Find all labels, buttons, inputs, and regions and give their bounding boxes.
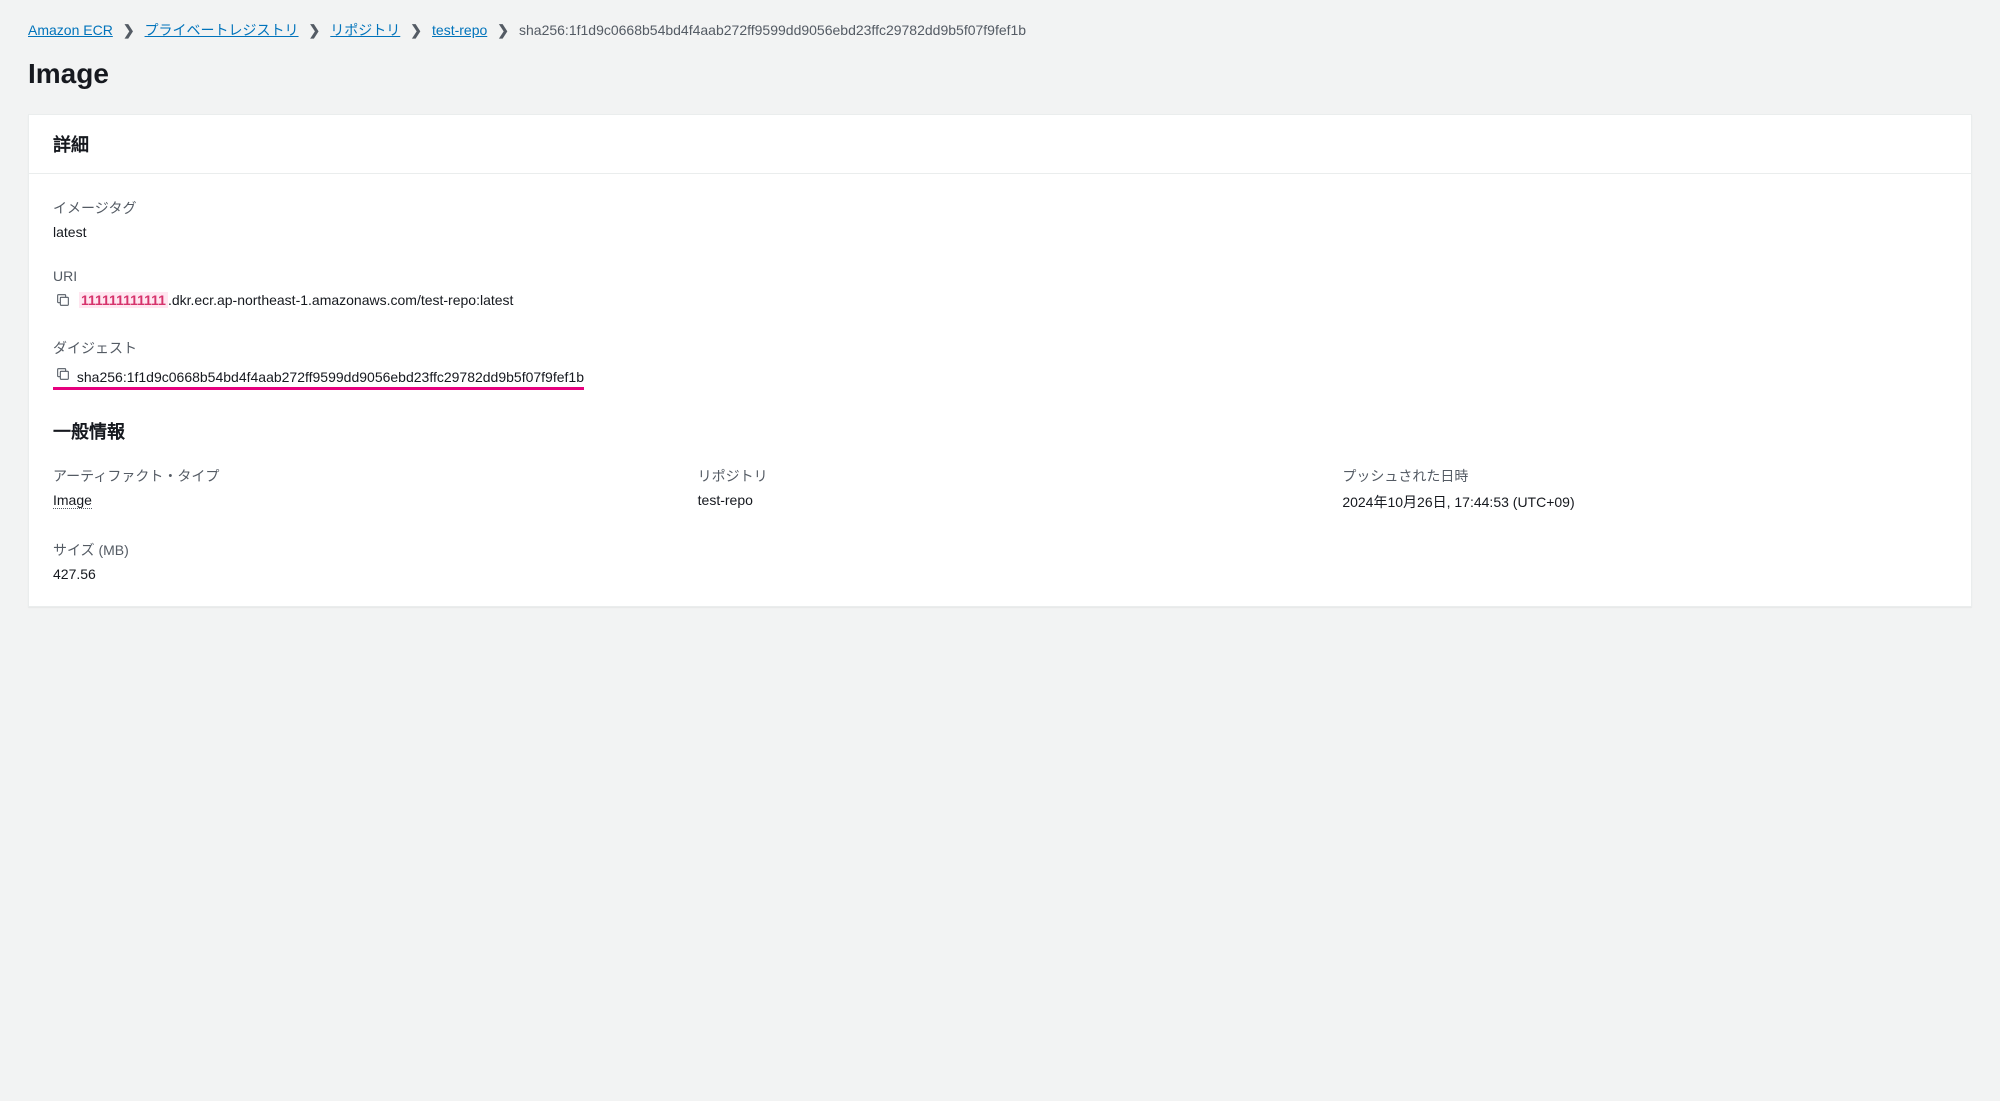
value-artifact-type: Image: [53, 492, 658, 508]
copy-uri-button[interactable]: [53, 290, 73, 310]
field-uri: URI 111111111111.dkr.ecr.ap-northeast-1.…: [53, 268, 1947, 310]
chevron-right-icon: ❯: [497, 22, 509, 39]
value-size: 427.56: [53, 566, 658, 582]
label-digest: ダイジェスト: [53, 338, 1947, 358]
breadcrumb: Amazon ECR ❯ プライベートレジストリ ❯ リポジトリ ❯ test-…: [28, 20, 1972, 40]
field-pushed-at: プッシュされた日時 2024年10月26日, 17:44:53 (UTC+09): [1342, 466, 1947, 512]
value-uri: 111111111111.dkr.ecr.ap-northeast-1.amaz…: [79, 292, 513, 308]
value-digest: sha256:1f1d9c0668b54bd4f4aab272ff9599dd9…: [77, 369, 584, 385]
label-uri: URI: [53, 268, 1947, 284]
breadcrumb-link-repositories[interactable]: リポジトリ: [330, 20, 400, 40]
uri-rest: .dkr.ecr.ap-northeast-1.amazonaws.com/te…: [168, 292, 514, 308]
chevron-right-icon: ❯: [410, 22, 422, 39]
general-info-grid: アーティファクト・タイプ Image リポジトリ test-repo プッシュさ…: [53, 466, 1947, 582]
general-info-title: 一般情報: [53, 418, 1947, 444]
label-image-tag: イメージタグ: [53, 198, 1947, 218]
details-panel: 詳細 イメージタグ latest URI 111111111111: [28, 114, 1972, 607]
field-size: サイズ (MB) 427.56: [53, 540, 658, 582]
panel-header: 詳細: [29, 115, 1971, 174]
panel-header-title: 詳細: [53, 131, 1947, 157]
breadcrumb-link-ecr[interactable]: Amazon ECR: [28, 22, 113, 38]
field-image-tag: イメージタグ latest: [53, 198, 1947, 240]
breadcrumb-current: sha256:1f1d9c0668b54bd4f4aab272ff9599dd9…: [519, 22, 1026, 38]
label-repository: リポジトリ: [698, 466, 1303, 486]
copy-digest-button[interactable]: [53, 364, 73, 384]
field-digest: ダイジェスト sha256:1f1d9c0668b54bd4f4aab272ff…: [53, 338, 1947, 390]
page-title: Image: [28, 58, 1972, 90]
breadcrumb-link-repo[interactable]: test-repo: [432, 22, 487, 38]
label-pushed-at: プッシュされた日時: [1342, 466, 1947, 486]
value-repository: test-repo: [698, 492, 1303, 508]
breadcrumb-link-registry[interactable]: プライベートレジストリ: [145, 20, 299, 40]
chevron-right-icon: ❯: [123, 22, 135, 39]
label-size: サイズ (MB): [53, 540, 658, 560]
value-image-tag: latest: [53, 224, 1947, 240]
copy-icon: [55, 292, 71, 308]
copy-icon: [55, 366, 71, 382]
value-pushed-at: 2024年10月26日, 17:44:53 (UTC+09): [1342, 492, 1947, 512]
chevron-right-icon: ❯: [309, 22, 321, 39]
field-repository: リポジトリ test-repo: [698, 466, 1303, 512]
field-artifact-type: アーティファクト・タイプ Image: [53, 466, 658, 512]
label-artifact-type: アーティファクト・タイプ: [53, 466, 658, 486]
uri-account-highlight: 111111111111: [79, 292, 168, 308]
